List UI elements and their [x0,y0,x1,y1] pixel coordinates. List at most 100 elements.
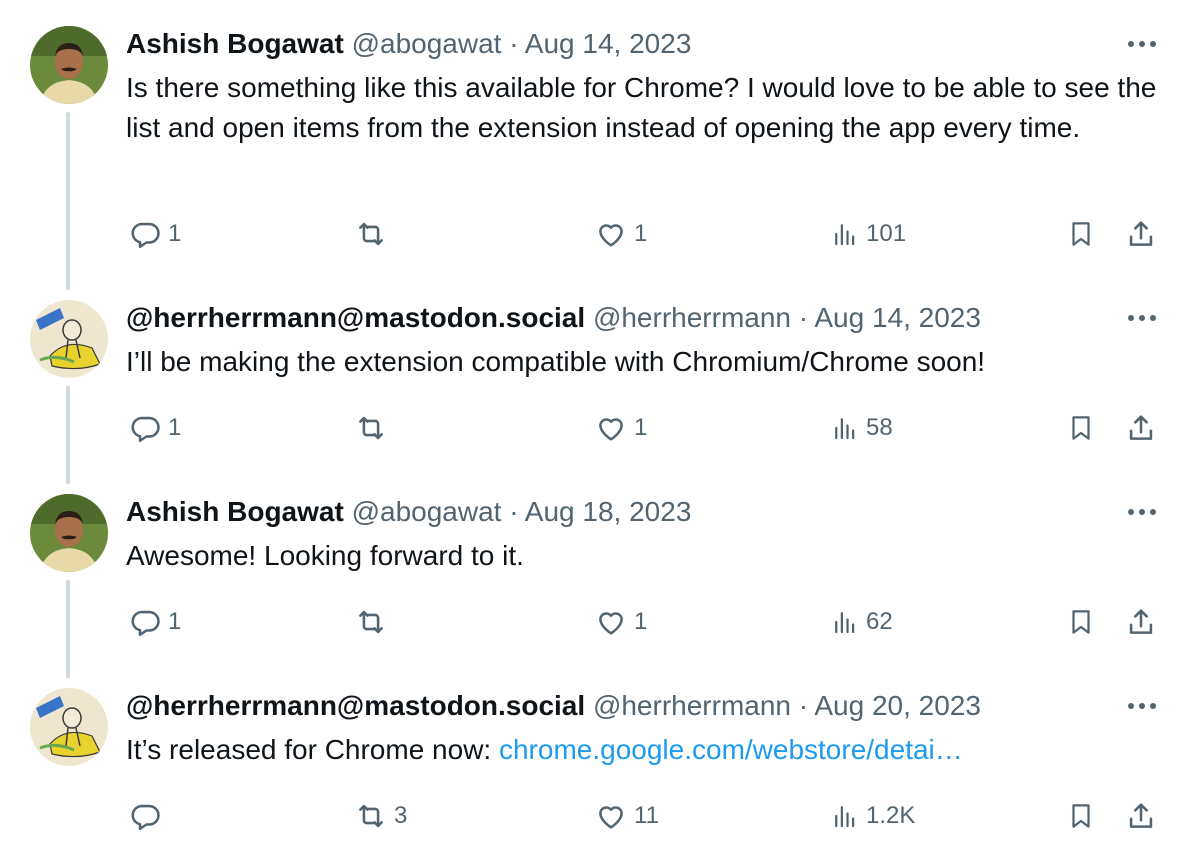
tweet-text: Is there something like this available f… [126,68,1166,148]
reply-icon [131,222,160,249]
like-button[interactable]: 1 [594,214,647,254]
avatar[interactable] [30,26,108,104]
tweet-actions: 1 1 62 [126,602,1166,642]
like-count: 1 [634,220,648,247]
like-count: 1 [634,608,648,635]
like-button[interactable]: 11 [594,796,659,836]
share-icon [1129,609,1153,634]
bookmark-button[interactable] [1066,796,1096,836]
tweet-body: Awesome! Looking forward to it. [126,540,524,571]
heart-icon [599,612,623,635]
like-count: 11 [634,802,659,829]
share-icon [1129,415,1153,440]
more-options-button[interactable] [1124,30,1160,58]
heart-icon [599,418,623,441]
heart-icon [599,806,623,829]
more-options-button[interactable] [1124,304,1160,332]
tweet-actions: 1 1 58 [126,408,1166,448]
bookmark-button[interactable] [1066,214,1096,254]
views-button[interactable]: 101 [830,214,906,254]
tweet-date[interactable]: Aug 20, 2023 [814,690,981,721]
separator-dot: · [798,302,809,333]
reply-button[interactable]: 1 [128,408,181,448]
tweet-header: @herrherrmann@mastodon.social @herrherrm… [126,298,981,338]
heart-icon [599,224,623,247]
repost-button[interactable] [354,214,394,254]
bookmark-button[interactable] [1066,602,1096,642]
bookmark-icon [1072,222,1090,246]
views-button[interactable]: 1.2K [830,796,915,836]
more-icon [1128,703,1156,709]
reply-icon [131,416,160,443]
more-options-button[interactable] [1124,692,1160,720]
views-icon [835,418,855,440]
author-name[interactable]: Ashish Bogawat [126,28,344,59]
author-handle[interactable]: @herrherrmann [593,690,791,721]
share-button[interactable] [1124,214,1158,254]
tweet-body: I’ll be making the extension compatible … [126,346,986,377]
reply-count: 1 [168,414,182,441]
view-count: 58 [866,414,893,441]
separator-dot: · [509,496,519,527]
avatar[interactable] [30,300,108,378]
author-handle[interactable]: @herrherrmann [593,302,791,333]
tweet-date[interactable]: Aug 14, 2023 [525,28,692,59]
tweet-link[interactable]: chrome.google.com/webstore/detai… [499,734,963,765]
thread-line [66,112,70,290]
share-button[interactable] [1124,602,1158,642]
repost-icon [359,416,383,440]
author-handle[interactable]: @abogawat [352,496,502,527]
views-icon [835,806,855,828]
repost-button[interactable] [354,602,394,642]
like-button[interactable]: 1 [594,408,647,448]
tweet-body: Is there something like this available f… [126,72,1157,143]
views-button[interactable]: 62 [830,602,893,642]
thread-line [66,580,70,678]
share-button[interactable] [1124,796,1158,836]
view-count: 101 [866,220,907,247]
repost-icon [359,610,383,634]
views-button[interactable]: 58 [830,408,893,448]
tweet-actions: 3 11 1.2K [126,796,1166,836]
repost-button[interactable] [354,408,394,448]
tweet-date[interactable]: Aug 18, 2023 [525,496,692,527]
more-icon [1128,41,1156,47]
tweet-text: I’ll be making the extension compatible … [126,342,1166,382]
tweet-date[interactable]: Aug 14, 2023 [814,302,981,333]
reply-thread: Ashish Bogawat @abogawat · Aug 14, 2023 … [0,0,1192,858]
reply-count: 1 [168,608,182,635]
views-icon [835,224,855,246]
tweet-text: It’s released for Chrome now: chrome.goo… [126,730,1166,770]
bookmark-button[interactable] [1066,408,1096,448]
more-options-button[interactable] [1124,498,1160,526]
tweet-body: It’s released for Chrome now: [126,734,499,765]
author-name[interactable]: @herrherrmann@mastodon.social [126,690,585,721]
author-handle[interactable]: @abogawat [352,28,502,59]
tweet-actions: 1 1 101 [126,214,1166,254]
avatar[interactable] [30,494,108,572]
author-name[interactable]: @herrherrmann@mastodon.social [126,302,585,333]
reply-button[interactable] [128,796,168,836]
share-icon [1129,803,1153,828]
bookmark-icon [1072,416,1090,440]
repost-count: 3 [394,802,408,829]
share-button[interactable] [1124,408,1158,448]
tweet-header: Ashish Bogawat @abogawat · Aug 14, 2023 [126,24,691,64]
avatar[interactable] [30,688,108,766]
repost-icon [359,804,383,828]
reply-icon [131,804,160,831]
reply-icon [131,610,160,637]
reply-count: 1 [168,220,182,247]
bookmark-icon [1072,610,1090,634]
reply-button[interactable]: 1 [128,602,181,642]
more-icon [1128,315,1156,321]
more-icon [1128,509,1156,515]
reply-button[interactable]: 1 [128,214,181,254]
tweet-header: @herrherrmann@mastodon.social @herrherrm… [126,686,981,726]
share-icon [1129,221,1153,246]
author-name[interactable]: Ashish Bogawat [126,496,344,527]
repost-button[interactable]: 3 [354,796,407,836]
repost-icon [359,222,383,246]
like-button[interactable]: 1 [594,602,647,642]
thread-line [66,386,70,484]
